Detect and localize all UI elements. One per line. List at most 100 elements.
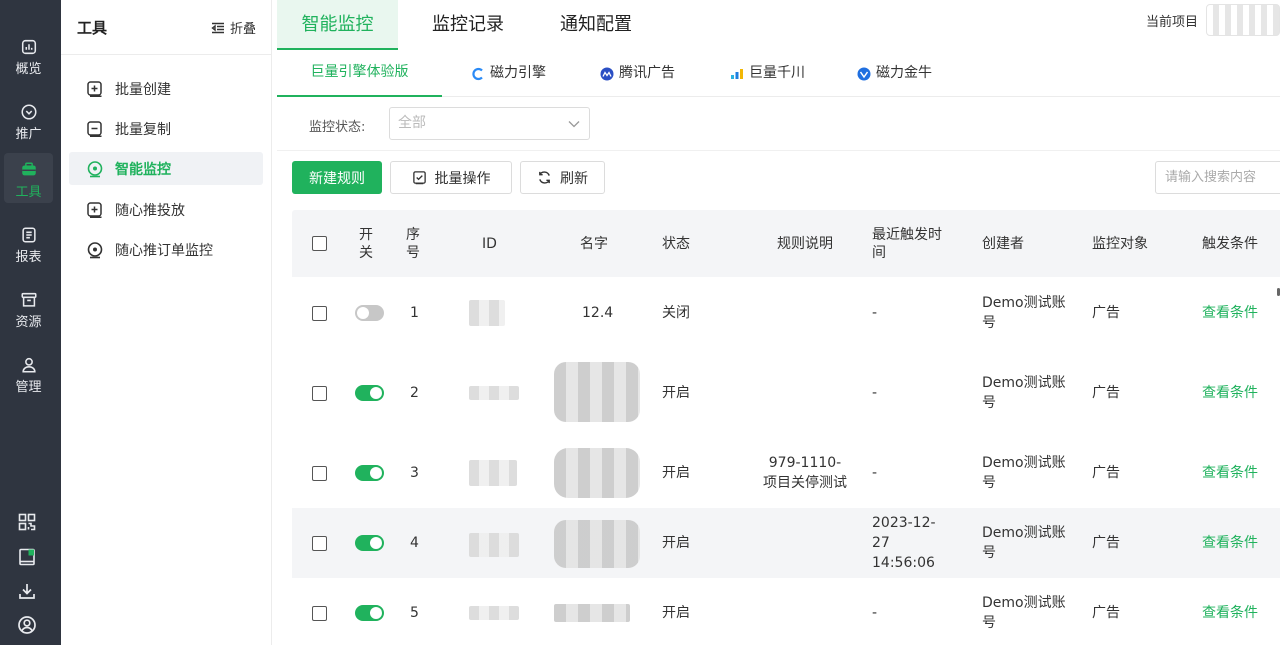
row-creator: Demo测试账号 bbox=[982, 375, 1066, 411]
table-header: 开关 序号 ID 名字 状态 规则说明 最近触发时间 创建者 监控对象 触发条件 bbox=[292, 210, 1280, 277]
view-condition-link[interactable]: 查看条件 bbox=[1202, 438, 1258, 508]
row-select-cell[interactable] bbox=[312, 578, 327, 645]
tab-smart-monitor[interactable]: 智能监控 bbox=[277, 0, 398, 50]
row-switch-cell[interactable] bbox=[355, 578, 384, 645]
rail-item-tools[interactable]: 工具 bbox=[4, 153, 53, 203]
platform-tab-jinniu[interactable]: 磁力金牛 bbox=[857, 50, 932, 97]
sidebar-item-label: 智能监控 bbox=[115, 161, 171, 178]
col-header-rule-desc: 规则说明 bbox=[777, 235, 833, 252]
new-rule-button[interactable]: 新建规则 bbox=[292, 161, 382, 194]
rail-item-overview[interactable]: 概览 bbox=[4, 30, 53, 80]
col-header-status: 状态 bbox=[662, 235, 690, 252]
row-creator: Demo测试账号 bbox=[982, 595, 1066, 631]
refresh-label: 刷新 bbox=[560, 170, 588, 187]
search-input[interactable] bbox=[1155, 161, 1280, 194]
qr-code-button[interactable] bbox=[17, 512, 39, 534]
tab-notification-config[interactable]: 通知配置 bbox=[551, 0, 641, 50]
rail-item-report[interactable]: 报表 bbox=[4, 218, 53, 268]
select-all-cell[interactable] bbox=[312, 210, 327, 277]
report-icon bbox=[21, 227, 36, 243]
row-switch-cell[interactable] bbox=[355, 508, 384, 578]
divider bbox=[277, 150, 1280, 151]
view-condition-link[interactable]: 查看条件 bbox=[1202, 508, 1258, 578]
row-name-redacted bbox=[554, 604, 630, 622]
account-button[interactable] bbox=[17, 615, 39, 637]
jinniu-icon bbox=[857, 67, 871, 80]
collapse-icon bbox=[211, 22, 224, 33]
platform-tab-qianchuan[interactable]: 巨量千川 bbox=[730, 50, 805, 97]
platform-tab-bar: 巨量引擎体验版 磁力引擎 腾讯广告 巨量千川 磁力金牛 bbox=[277, 50, 1280, 97]
toolbox-icon bbox=[21, 162, 36, 176]
collapse-button[interactable]: 折叠 bbox=[211, 18, 256, 37]
add-square-icon bbox=[87, 80, 102, 97]
table-row: 3 开启 979-1110-项目关停测试 - Demo测试账号 广告 查看条件 bbox=[292, 438, 1280, 508]
row-index: 1 bbox=[410, 305, 419, 321]
row-switch-cell[interactable] bbox=[355, 348, 384, 438]
platform-tab-cili[interactable]: 磁力引擎 bbox=[471, 50, 546, 97]
table-row: 5 开启 - Demo测试账号 广告 查看条件 bbox=[292, 578, 1280, 645]
row-target: 广告 bbox=[1092, 305, 1120, 321]
row-switch-cell[interactable] bbox=[355, 278, 384, 348]
row-checkbox[interactable] bbox=[312, 605, 327, 621]
row-id-redacted bbox=[469, 533, 519, 557]
status-filter-select[interactable]: 全部 bbox=[389, 107, 590, 140]
kuaishou-icon bbox=[472, 67, 483, 80]
row-checkbox[interactable] bbox=[312, 385, 327, 401]
view-condition-link[interactable]: 查看条件 bbox=[1202, 278, 1258, 348]
rail-item-manage[interactable]: 管理 bbox=[4, 348, 53, 398]
select-all-checkbox[interactable] bbox=[312, 236, 327, 251]
row-target: 广告 bbox=[1092, 605, 1120, 621]
platform-tab-label: 磁力金牛 bbox=[876, 65, 932, 81]
batch-operation-button[interactable]: 批量操作 bbox=[390, 161, 512, 194]
sidebar-item-smart-monitor[interactable]: 智能监控 bbox=[69, 152, 263, 185]
rail-item-promote[interactable]: 推广 bbox=[4, 95, 53, 145]
project-selector[interactable]: 当前项目 bbox=[1146, 4, 1280, 36]
row-creator: Demo测试账号 bbox=[982, 295, 1066, 331]
row-checkbox[interactable] bbox=[312, 535, 327, 551]
view-condition-link[interactable]: 查看条件 bbox=[1202, 578, 1258, 645]
book-icon bbox=[19, 548, 35, 566]
platform-tab-juliang-trial[interactable]: 巨量引擎体验版 bbox=[277, 50, 442, 97]
dashboard-icon bbox=[21, 39, 36, 55]
qr-code-icon bbox=[18, 513, 36, 531]
row-status: 开启 bbox=[662, 385, 690, 401]
docs-button[interactable] bbox=[17, 547, 39, 569]
user-manage-icon bbox=[21, 357, 36, 373]
monitor-toggle[interactable] bbox=[355, 535, 384, 551]
tab-monitor-records[interactable]: 监控记录 bbox=[423, 0, 513, 50]
row-checkbox[interactable] bbox=[312, 305, 327, 321]
sidebar-item-label: 随心推投放 bbox=[115, 202, 185, 219]
row-select-cell[interactable] bbox=[312, 508, 327, 578]
row-select-cell[interactable] bbox=[312, 348, 327, 438]
rail-item-resources[interactable]: 资源 bbox=[4, 283, 53, 333]
platform-tab-tencent[interactable]: 腾讯广告 bbox=[600, 50, 675, 97]
sidebar-item-suixintui-order-monitor[interactable]: 随心推订单监控 bbox=[69, 233, 263, 266]
download-icon bbox=[19, 584, 35, 599]
row-select-cell[interactable] bbox=[312, 278, 327, 348]
col-header-id: ID bbox=[482, 235, 497, 252]
status-filter-label: 监控状态: bbox=[309, 120, 366, 135]
row-last-trigger: - bbox=[872, 385, 878, 401]
sidebar-item-batch-copy[interactable]: 批量复制 bbox=[69, 112, 263, 145]
project-select-box[interactable] bbox=[1206, 4, 1280, 36]
row-select-cell[interactable] bbox=[312, 438, 327, 508]
refresh-button[interactable]: 刷新 bbox=[520, 161, 605, 194]
rail-label: 报表 bbox=[15, 250, 42, 265]
row-switch-cell[interactable] bbox=[355, 438, 384, 508]
copy-square-icon bbox=[87, 120, 102, 137]
platform-tab-label: 巨量千川 bbox=[749, 65, 805, 81]
monitor-toggle[interactable] bbox=[355, 605, 384, 621]
row-last-trigger: - bbox=[872, 605, 878, 621]
sidebar-item-batch-create[interactable]: 批量创建 bbox=[69, 72, 263, 105]
view-condition-link[interactable]: 查看条件 bbox=[1202, 348, 1258, 438]
project-label: 当前项目 bbox=[1145, 14, 1198, 30]
monitor-toggle[interactable] bbox=[355, 465, 384, 481]
monitor-toggle[interactable] bbox=[355, 305, 384, 321]
row-checkbox[interactable] bbox=[312, 465, 327, 481]
sidebar-item-suixintui-launch[interactable]: 随心推投放 bbox=[69, 193, 263, 226]
chevron-down-icon bbox=[568, 121, 580, 128]
download-button[interactable] bbox=[17, 581, 39, 603]
monitor-toggle[interactable] bbox=[355, 385, 384, 401]
row-rule-desc: 979-1110-项目关停测试 bbox=[763, 455, 847, 491]
sidebar-header: 工具 折叠 bbox=[61, 0, 271, 55]
